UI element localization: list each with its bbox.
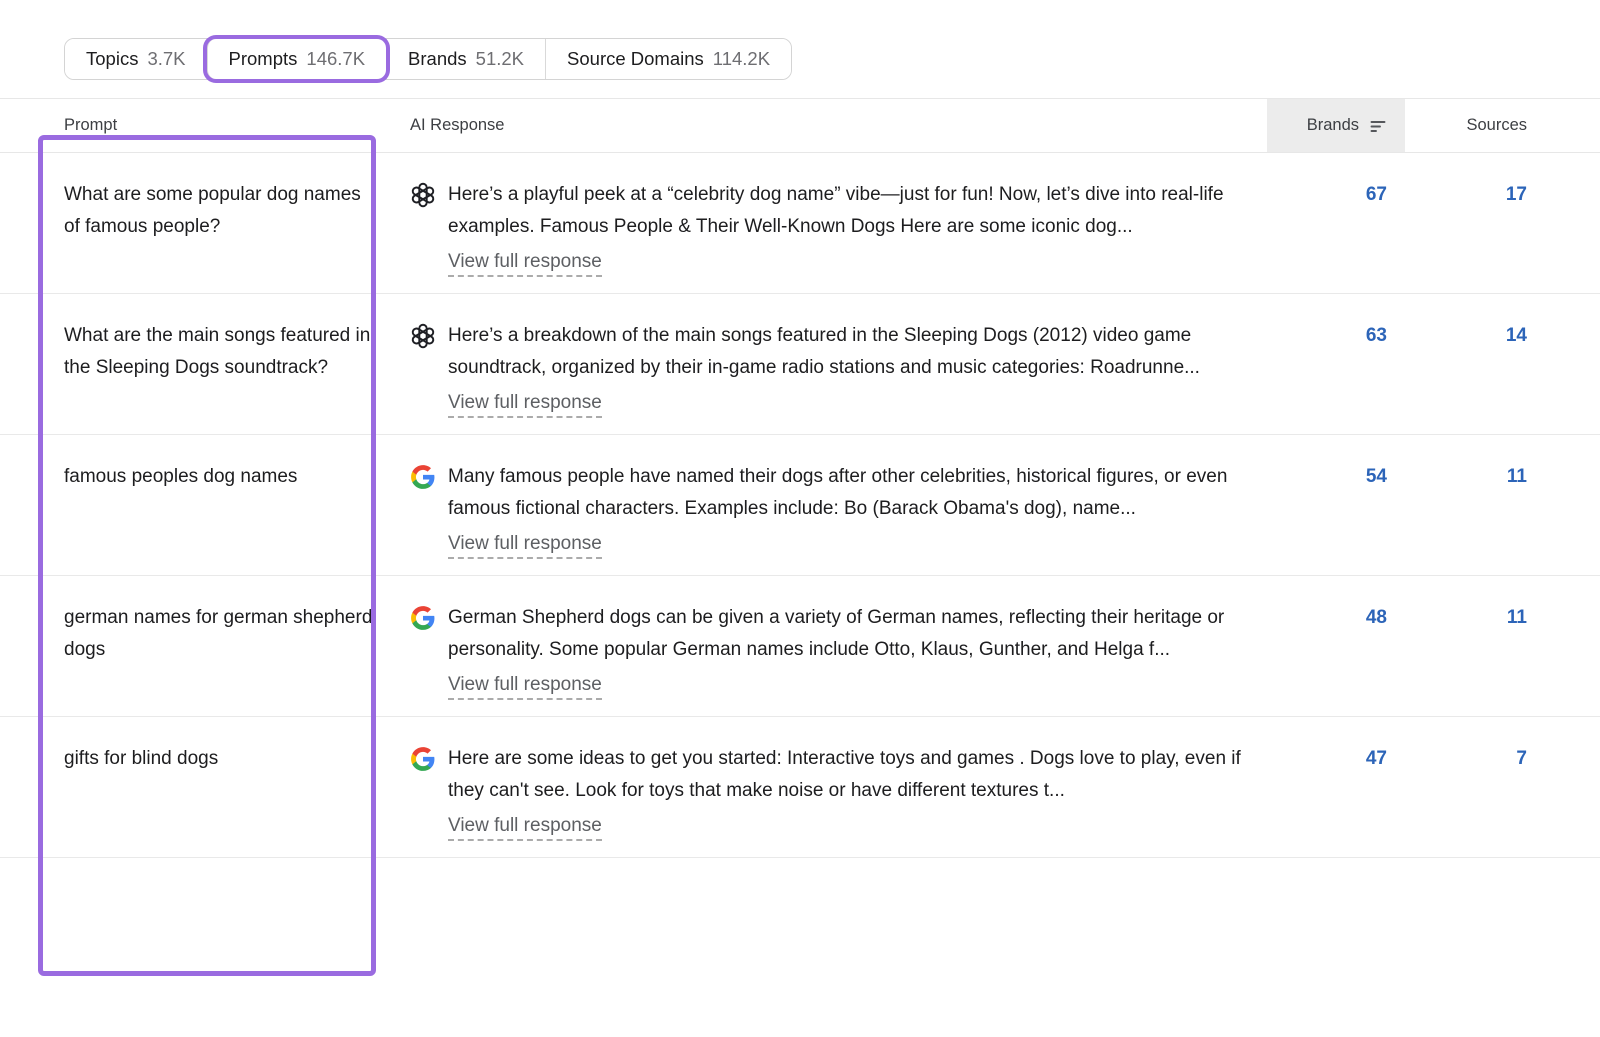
view-full-response-link[interactable]: View full response: [448, 533, 602, 559]
tab-topics[interactable]: Topics 3.7K: [65, 39, 207, 79]
google-icon: [410, 464, 436, 490]
tab-count: 51.2K: [476, 48, 524, 70]
column-header-brands[interactable]: Brands: [1267, 99, 1405, 152]
sources-count-link[interactable]: 11: [1507, 607, 1527, 628]
table-body: What are some popular dog names of famou…: [0, 153, 1600, 858]
prompt-cell: german names for german shepherd dogs: [64, 602, 376, 700]
column-header-ai-response: AI Response: [410, 99, 1267, 152]
google-icon: [410, 746, 436, 772]
openai-icon: [410, 323, 436, 349]
prompt-cell: famous peoples dog names: [64, 461, 376, 559]
prompt-cell: gifts for blind dogs: [64, 743, 376, 841]
table-header: Prompt AI Response Brands Sources: [0, 98, 1600, 153]
brands-count-link[interactable]: 48: [1366, 607, 1387, 628]
ai-response-text: German Shepherd dogs can be given a vari…: [448, 602, 1267, 665]
view-full-response-link[interactable]: View full response: [448, 815, 602, 841]
tab-count: 114.2K: [713, 48, 770, 70]
sources-count-link[interactable]: 11: [1507, 466, 1527, 487]
sources-cell: 17: [1405, 179, 1600, 277]
ai-response-text: Many famous people have named their dogs…: [448, 461, 1267, 524]
tab-group: Topics 3.7K Prompts 146.7K Brands 51.2K …: [64, 38, 792, 80]
ai-response-cell: Here are some ideas to get you started: …: [410, 743, 1267, 841]
ai-response-cell: Here’s a breakdown of the main songs fea…: [410, 320, 1267, 418]
brands-count-link[interactable]: 47: [1366, 748, 1387, 769]
tab-label: Source Domains: [567, 48, 704, 70]
table-row: famous peoples dog names: [0, 435, 1600, 576]
view-switcher: Topics 3.7K Prompts 146.7K Brands 51.2K …: [64, 38, 1600, 98]
brands-cell: 48: [1267, 602, 1405, 700]
column-header-brands-label: Brands: [1307, 116, 1359, 135]
view-full-response-link[interactable]: View full response: [448, 251, 602, 277]
ai-response-text: Here’s a breakdown of the main songs fea…: [448, 320, 1267, 383]
brands-cell: 63: [1267, 320, 1405, 418]
prompt-cell: What are some popular dog names of famou…: [64, 179, 376, 277]
view-full-response-link[interactable]: View full response: [448, 674, 602, 700]
prompt-cell: What are the main songs featured in the …: [64, 320, 376, 418]
tab-count: 3.7K: [147, 48, 185, 70]
brands-count-link[interactable]: 54: [1366, 466, 1387, 487]
column-header-sources[interactable]: Sources: [1405, 99, 1600, 152]
ai-response-text: Here’s a playful peek at a “celebrity do…: [448, 179, 1267, 242]
brands-cell: 67: [1267, 179, 1405, 277]
sources-count-link[interactable]: 7: [1516, 748, 1527, 769]
ai-response-text: Here are some ideas to get you started: …: [448, 743, 1267, 806]
tab-label: Brands: [408, 48, 467, 70]
sources-cell: 7: [1405, 743, 1600, 841]
sources-cell: 11: [1405, 602, 1600, 700]
brands-cell: 47: [1267, 743, 1405, 841]
sort-descending-icon: [1369, 117, 1387, 135]
table-row: gifts for blind dogs: [0, 717, 1600, 858]
tab-source-domains[interactable]: Source Domains 114.2K: [545, 39, 791, 79]
tab-label: Prompts: [229, 48, 298, 70]
google-icon: [410, 605, 436, 631]
brands-count-link[interactable]: 67: [1366, 184, 1387, 205]
table-row: What are the main songs featured in the …: [0, 294, 1600, 435]
column-header-prompt: Prompt: [64, 99, 376, 152]
tab-prompts[interactable]: Prompts 146.7K: [207, 39, 387, 79]
sources-cell: 11: [1405, 461, 1600, 559]
sources-cell: 14: [1405, 320, 1600, 418]
tab-brands[interactable]: Brands 51.2K: [386, 39, 545, 79]
sources-count-link[interactable]: 14: [1506, 325, 1527, 346]
brands-count-link[interactable]: 63: [1366, 325, 1387, 346]
sources-count-link[interactable]: 17: [1506, 184, 1527, 205]
brands-cell: 54: [1267, 461, 1405, 559]
tab-label: Topics: [86, 48, 138, 70]
openai-icon: [410, 182, 436, 208]
ai-response-cell: Many famous people have named their dogs…: [410, 461, 1267, 559]
view-full-response-link[interactable]: View full response: [448, 392, 602, 418]
table-row: What are some popular dog names of famou…: [0, 153, 1600, 294]
table-row: german names for german shepherd dogs: [0, 576, 1600, 717]
tab-count: 146.7K: [306, 48, 365, 70]
ai-response-cell: Here’s a playful peek at a “celebrity do…: [410, 179, 1267, 277]
ai-response-cell: German Shepherd dogs can be given a vari…: [410, 602, 1267, 700]
